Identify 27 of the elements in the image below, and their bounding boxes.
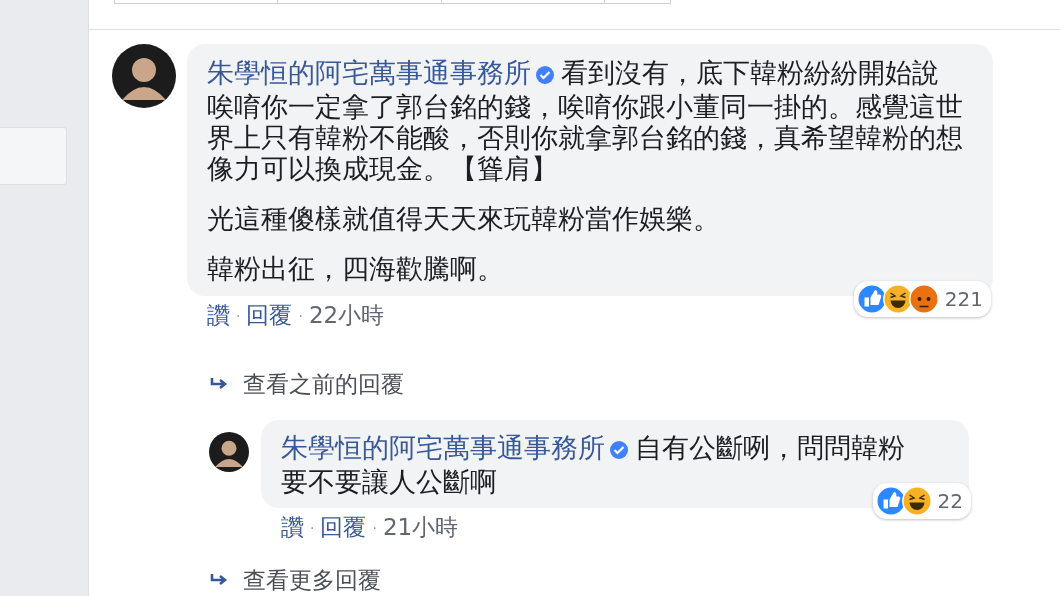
sidebar-panel xyxy=(0,127,67,185)
action-link[interactable]: 回覆 xyxy=(320,512,367,543)
action-link[interactable]: 回覆 xyxy=(246,300,293,331)
action-link[interactable]: 讚 xyxy=(281,512,304,543)
author-name-link[interactable]: 朱學恒的阿宅萬事通事務所 xyxy=(207,57,531,88)
timestamp-link[interactable]: 22小時 xyxy=(308,300,385,331)
reaction-summary[interactable]: 221 xyxy=(853,281,991,317)
author-name-link[interactable]: 朱學恒的阿宅萬事通事務所 xyxy=(281,432,605,463)
view-replies-link[interactable]: 查看更多回覆 xyxy=(209,565,381,596)
separator-dot: · xyxy=(372,519,377,536)
reaction-summary[interactable]: 22 xyxy=(872,483,971,519)
timestamp-link[interactable]: 21小時 xyxy=(382,512,459,543)
laughing-face-icon xyxy=(901,486,932,516)
angry-face-icon xyxy=(908,284,939,314)
separator-dot: · xyxy=(310,519,315,536)
comment-text: 朱學恒的阿宅萬事通事務所 看到沒有，底下韓粉紛紛開始說唉唷你一定拿了郭台銘的錢，唉唷你跟小董同一掛的。感覺這世界上只有韓粉不能酸，否則你就拿郭台銘的錢，真希望韓粉的想像力可以換成現金。【聳肩】 xyxy=(207,57,963,184)
comment-text: 光這種傻樣就值得天天來玩韓粉當作娛樂。 xyxy=(207,203,721,234)
separator-dot: · xyxy=(298,307,303,324)
separator-dot: · xyxy=(236,307,241,324)
action-link[interactable]: 讚 xyxy=(207,300,230,331)
comment-text: 韓粉出征，四海歡騰啊。 xyxy=(207,253,505,284)
laughing-face-icon xyxy=(882,284,913,314)
thumbs-up-icon xyxy=(856,284,887,314)
avatar-icon[interactable] xyxy=(209,432,249,472)
view-replies-link[interactable]: 查看之前的回覆 xyxy=(209,369,404,400)
thumbs-up-icon xyxy=(875,486,906,516)
avatar-icon[interactable] xyxy=(112,44,176,108)
